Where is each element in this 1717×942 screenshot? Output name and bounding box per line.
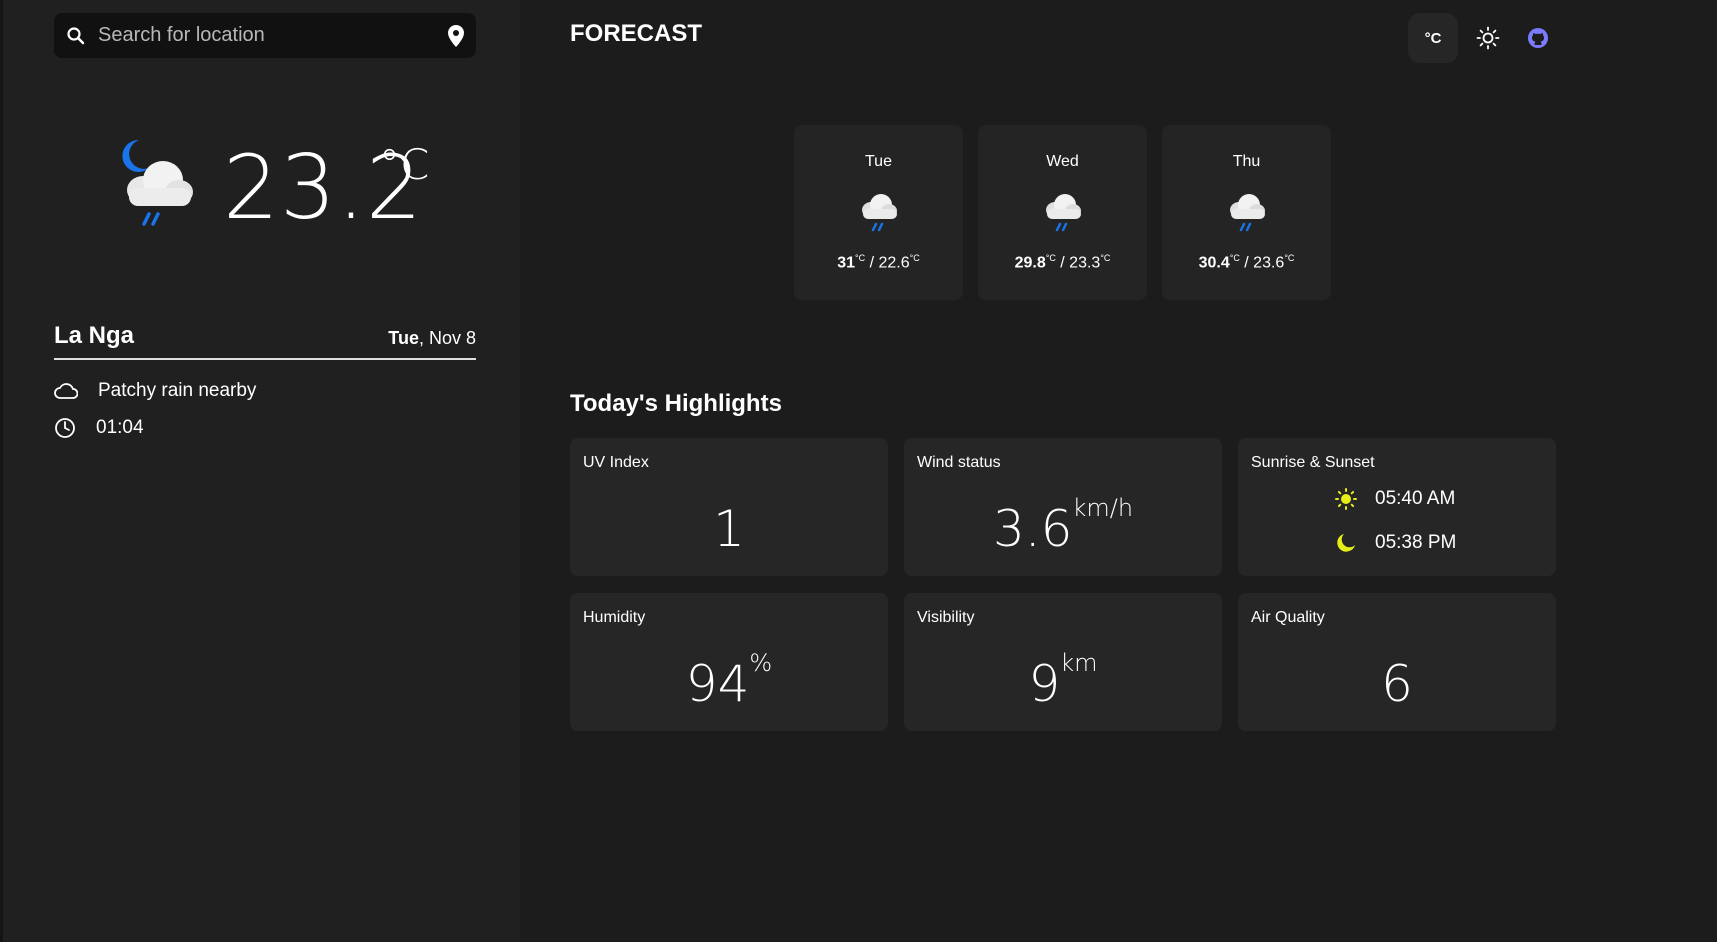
search-bar [54, 13, 476, 58]
clock-icon [54, 417, 76, 439]
sunrise-time: 05:40 AM [1375, 488, 1456, 509]
forecast-high: 31 [837, 254, 856, 272]
rain-cloud-icon [1039, 188, 1087, 236]
wind-unit: km/h [1072, 494, 1134, 522]
forecast-day: Wed [1046, 153, 1079, 170]
time-row: 01:04 [54, 417, 144, 439]
forecast-temps: 31°C / 22.6°C [837, 253, 920, 272]
visibility-label: Visibility [917, 609, 975, 626]
forecast-unit: °C [1100, 253, 1111, 263]
temperature-unit: °C [379, 140, 430, 189]
main-panel: FORECAST °C Tue 31°C / 22.6°C Wed 29.8°C… [520, 0, 1717, 942]
current-weather: 23.2 °C [113, 132, 443, 242]
uv-index-card: UV Index 1 [570, 438, 888, 576]
forecast-unit: °C [1229, 253, 1240, 263]
sunrise-sunset-label: Sunrise & Sunset [1251, 454, 1375, 471]
air-quality-label: Air Quality [1251, 609, 1325, 626]
location-row: La Nga Tue, Nov 8 [54, 322, 476, 360]
sunrise-sunset-card: Sunrise & Sunset 05:40 AM 05:38 PM [1238, 438, 1556, 576]
forecast-low: 23.3 [1069, 254, 1101, 272]
forecast-day: Thu [1232, 153, 1261, 170]
forecast-card: Tue 31°C / 22.6°C [794, 125, 963, 300]
forecast-card: Wed 29.8°C / 23.3°C [978, 125, 1147, 300]
sun-icon [1335, 488, 1357, 510]
top-actions: °C [1408, 13, 1558, 63]
uv-index-label: UV Index [583, 454, 649, 471]
forecast-low: 22.6 [878, 254, 910, 272]
humidity-value: 94% [685, 649, 773, 713]
search-icon [66, 26, 86, 46]
uv-index-value: 1 [713, 500, 745, 558]
location-pin-icon[interactable] [448, 24, 464, 47]
highlights-grid: UV Index 1 Wind status 3.6km/h Sunrise &… [570, 438, 1556, 731]
sunrise-row: 05:40 AM [1335, 488, 1455, 510]
cloud-icon [54, 382, 78, 400]
moon-icon [1335, 532, 1357, 554]
unit-toggle-button[interactable]: °C [1408, 13, 1458, 63]
sidebar: 23.2 °C La Nga Tue, Nov 8 Patchy rain ne… [0, 0, 520, 942]
forecast-unit: °C [1284, 253, 1295, 263]
humidity-label: Humidity [583, 609, 646, 626]
visibility-value: 9km [1028, 649, 1098, 713]
forecast-low: 23.6 [1253, 254, 1285, 272]
current-date-text: , Nov 8 [418, 328, 476, 348]
humidity-unit: % [749, 649, 773, 677]
time-text: 01:04 [96, 417, 144, 438]
sunset-row: 05:38 PM [1335, 532, 1456, 554]
visibility-card: Visibility 9km [904, 593, 1222, 731]
github-icon[interactable] [1518, 18, 1558, 58]
forecast-unit: °C [1045, 253, 1056, 263]
forecast-temps: 30.4°C / 23.6°C [1198, 253, 1295, 272]
forecast-day: Tue [865, 153, 892, 170]
forecast-temps: 29.8°C / 23.3°C [1014, 253, 1111, 272]
air-quality-card: Air Quality 6 [1238, 593, 1556, 731]
wind-status-value: 3.6km/h [992, 494, 1134, 558]
forecast-unit: °C [855, 253, 866, 263]
rain-cloud-icon [855, 188, 903, 236]
visibility-unit: km [1060, 649, 1098, 677]
highlights-title: Today's Highlights [570, 390, 782, 417]
wind-status-card: Wind status 3.6km/h [904, 438, 1222, 576]
air-quality-value: 6 [1381, 655, 1413, 713]
search-input[interactable] [98, 24, 448, 47]
forecast-high: 30.4 [1198, 254, 1230, 272]
current-day: Tue [388, 328, 419, 348]
humidity-card: Humidity 94% [570, 593, 888, 731]
forecast-unit: °C [909, 253, 920, 263]
forecast-card: Thu 30.4°C / 23.6°C [1162, 125, 1331, 300]
current-date: Tue, Nov 8 [388, 328, 476, 349]
forecast-title: FORECAST [570, 20, 702, 47]
sunset-time: 05:38 PM [1375, 532, 1457, 553]
rain-cloud-icon [1223, 188, 1271, 236]
location-name: La Nga [54, 322, 135, 349]
forecast-cards: Tue 31°C / 22.6°C Wed 29.8°C / 23.3°C Th… [794, 125, 1346, 300]
condition-text: Patchy rain nearby [98, 380, 257, 401]
forecast-high: 29.8 [1014, 254, 1046, 272]
condition-row: Patchy rain nearby [54, 380, 256, 402]
wind-status-label: Wind status [917, 454, 1001, 471]
rain-night-icon [113, 136, 213, 236]
theme-toggle-sun-icon[interactable] [1468, 18, 1508, 58]
